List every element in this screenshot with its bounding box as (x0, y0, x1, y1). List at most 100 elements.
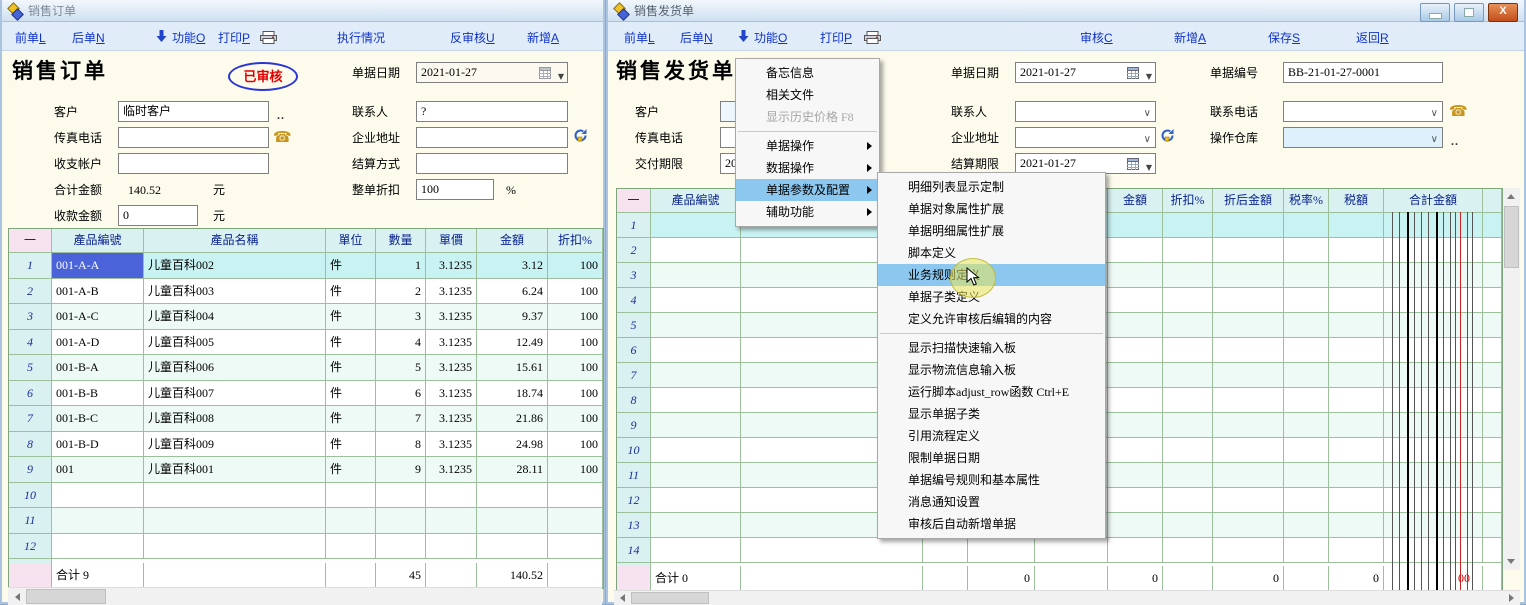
menu-item[interactable]: 审核后自动新增单据 (878, 513, 1105, 535)
table-cell[interactable]: 15.61 (477, 355, 548, 381)
table-cell[interactable]: 件 (326, 406, 376, 432)
table-cell[interactable]: 001-B-B (52, 381, 144, 407)
table-cell[interactable] (1329, 438, 1384, 463)
table-cell[interactable]: 3.1235 (426, 355, 477, 381)
titlebar[interactable]: 销售订单 (2, 0, 603, 22)
table-cell[interactable] (1108, 363, 1163, 388)
table-cell[interactable]: 100 (548, 279, 603, 305)
table-cell[interactable] (52, 534, 144, 560)
table-cell[interactable] (1213, 238, 1284, 263)
minimize-button[interactable] (1420, 3, 1450, 22)
table-cell[interactable] (1284, 513, 1329, 538)
table-cell[interactable]: 10 (617, 438, 651, 463)
toolbar-next[interactable]: 后单N (680, 29, 713, 46)
table-cell[interactable] (923, 538, 968, 563)
table-cell[interactable] (1213, 413, 1284, 438)
table-cell[interactable]: 9 (9, 457, 52, 483)
table-row[interactable]: 9001儿童百科001件93.123528.11100 (9, 457, 603, 483)
table-cell[interactable]: 6 (617, 338, 651, 363)
table-cell[interactable] (1384, 313, 1483, 338)
table-cell[interactable] (1213, 313, 1284, 338)
table-cell[interactable] (1284, 463, 1329, 488)
table-cell[interactable] (651, 438, 741, 463)
table-cell[interactable]: 100 (548, 330, 603, 356)
table-cell[interactable] (376, 508, 426, 534)
table-cell[interactable] (1483, 513, 1502, 538)
table-cell[interactable]: 9.37 (477, 304, 548, 330)
table-cell[interactable] (1329, 288, 1384, 313)
table-cell[interactable] (1329, 363, 1384, 388)
table-cell[interactable] (1329, 213, 1384, 238)
table-cell[interactable]: 件 (326, 457, 376, 483)
table-cell[interactable] (1163, 463, 1213, 488)
menu-item[interactable]: 运行脚本adjust_row函数 Ctrl+E (878, 381, 1105, 403)
settle-method-input[interactable] (416, 153, 568, 174)
menu-item[interactable]: 单据操作 (736, 135, 879, 157)
toolbar-save[interactable]: 保存S (1268, 29, 1300, 46)
address-combo[interactable]: ∨ (1015, 127, 1156, 148)
table-cell[interactable]: 7 (376, 406, 426, 432)
table-cell[interactable] (1329, 538, 1384, 563)
table-row[interactable]: 8001-B-D儿童百科009件83.123524.98100 (9, 432, 603, 458)
table-cell[interactable] (1483, 388, 1502, 413)
column-header[interactable]: 折扣% (548, 229, 603, 253)
menu-item[interactable]: 数据操作 (736, 157, 879, 179)
table-cell[interactable] (376, 483, 426, 509)
doc-date-input[interactable]: 2021-01-27 ▼ (1015, 62, 1156, 83)
table-cell[interactable] (1284, 313, 1329, 338)
table-cell[interactable]: 100 (548, 304, 603, 330)
column-header[interactable]: 產品編號 (52, 229, 144, 253)
table-cell[interactable]: 14 (617, 538, 651, 563)
settle-term-input[interactable]: 2021-01-27 ▼ (1015, 153, 1156, 174)
table-cell[interactable]: 5 (9, 355, 52, 381)
table-cell[interactable]: 100 (548, 355, 603, 381)
table-cell[interactable] (1384, 413, 1483, 438)
menu-item[interactable]: 显示单据子类 (878, 403, 1105, 425)
table-cell[interactable] (1384, 388, 1483, 413)
table-cell[interactable] (1108, 438, 1163, 463)
toolbar-exec-status[interactable]: 执行情况 (337, 29, 385, 46)
table-cell[interactable]: 001-B-C (52, 406, 144, 432)
table-cell[interactable] (1284, 363, 1329, 388)
table-cell[interactable] (1163, 413, 1213, 438)
table-cell[interactable] (1284, 338, 1329, 363)
table-row[interactable]: 5001-B-A儿童百科006件53.123515.61100 (9, 355, 603, 381)
table-row[interactable]: 12 (9, 534, 603, 560)
table-cell[interactable]: 件 (326, 355, 376, 381)
warehouse-combo[interactable]: ∨ (1283, 127, 1443, 148)
table-cell[interactable]: 6 (9, 381, 52, 407)
table-cell[interactable] (1284, 438, 1329, 463)
menu-item[interactable]: 单据编号规则和基本属性 (878, 469, 1105, 491)
table-cell[interactable]: 儿童百科006 (144, 355, 326, 381)
table-cell[interactable] (1384, 363, 1483, 388)
table-cell[interactable]: 28.11 (477, 457, 548, 483)
scrollbar-thumb[interactable] (1504, 206, 1519, 268)
table-cell[interactable] (1384, 488, 1483, 513)
table-cell[interactable] (1108, 313, 1163, 338)
table-cell[interactable] (1384, 263, 1483, 288)
table-cell[interactable] (1213, 288, 1284, 313)
column-header[interactable]: 税率% (1284, 189, 1329, 213)
phone-icon[interactable]: ☎ (1449, 102, 1468, 120)
table-row[interactable]: 6001-B-B儿童百科007件63.123518.74100 (9, 381, 603, 407)
table-cell[interactable] (548, 508, 603, 534)
scroll-left-icon[interactable] (620, 594, 625, 602)
table-cell[interactable] (1384, 538, 1483, 563)
table-cell[interactable] (651, 238, 741, 263)
table-cell[interactable] (1483, 288, 1502, 313)
table-cell[interactable]: 8 (376, 432, 426, 458)
table-cell[interactable]: 4 (9, 330, 52, 356)
printer-icon[interactable] (864, 31, 881, 48)
titlebar[interactable]: 销售发货单 X (608, 0, 1524, 22)
scroll-left-icon[interactable] (15, 593, 20, 601)
table-cell[interactable]: 3.1235 (426, 432, 477, 458)
table-cell[interactable]: 2 (376, 279, 426, 305)
table-cell[interactable]: 11 (9, 508, 52, 534)
toolbar-next[interactable]: 后单N (72, 29, 105, 46)
column-header[interactable]: 一 (617, 189, 651, 213)
table-cell[interactable] (1329, 313, 1384, 338)
table-cell[interactable] (1329, 388, 1384, 413)
table-cell[interactable] (1213, 388, 1284, 413)
table-cell[interactable]: 8 (9, 432, 52, 458)
table-cell[interactable] (1108, 238, 1163, 263)
